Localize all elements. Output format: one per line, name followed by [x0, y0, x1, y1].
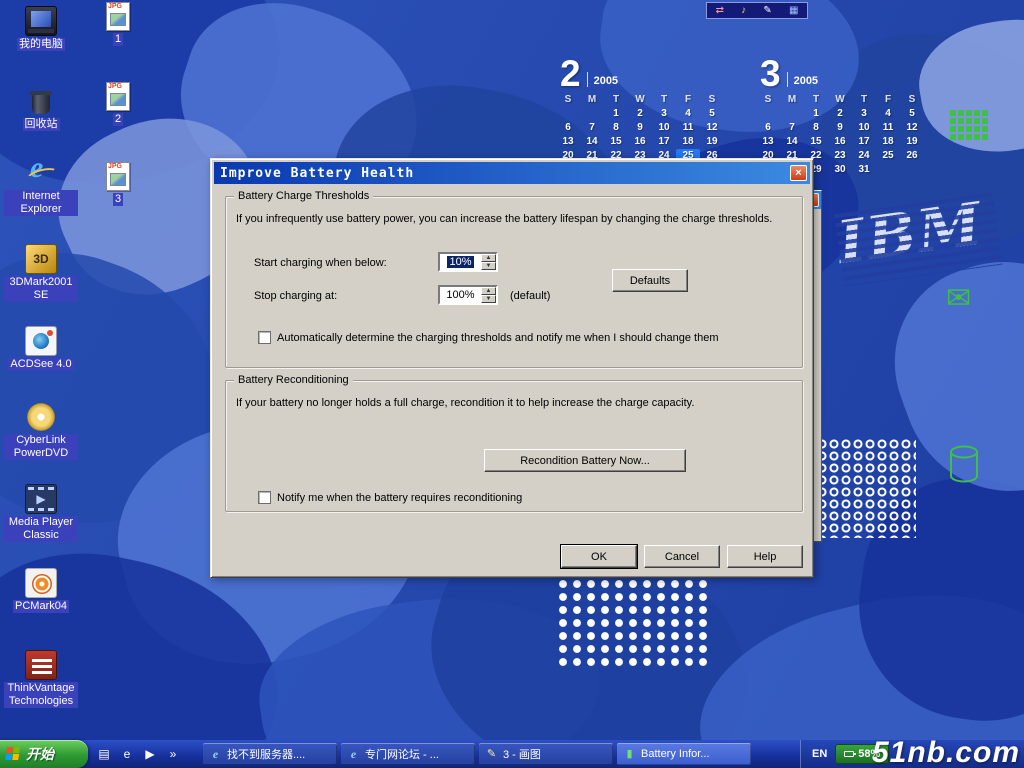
- task-buttons: e 找不到服务器.... e 专门网论坛 - ... ✎ 3 - 画图 ▮ Battery I…: [203, 743, 751, 765]
- jpg-file-icon: JPG: [106, 162, 130, 191]
- mini-toolbar[interactable]: ⇄ ♪ ✎ ▦: [706, 2, 808, 19]
- file-icon-label: 1: [113, 33, 123, 46]
- desktop-screen: ✉ IBM ⇄♪✎▦ 2 2005 SMTWTFS123456789101112…: [0, 0, 1024, 768]
- file-icon-2[interactable]: JPG 2: [94, 82, 142, 126]
- dialog-button-row: OK Cancel Help: [561, 545, 803, 568]
- 51nb-watermark: 51nb.com: [872, 736, 1020, 768]
- spinner-value[interactable]: 100%: [440, 287, 481, 303]
- paint-task-icon: ✎: [485, 749, 498, 760]
- file-icon-1[interactable]: JPG 1: [94, 2, 142, 46]
- task-button-4[interactable]: ▮ Battery Infor...: [617, 743, 751, 765]
- close-button[interactable]: ×: [790, 165, 807, 181]
- task-button-2[interactable]: e 专门网论坛 - ...: [341, 743, 475, 765]
- start-button[interactable]: 开始: [0, 740, 88, 768]
- pen-icon[interactable]: ✎: [763, 6, 771, 16]
- task-button-label: 3 - 画图: [503, 746, 541, 762]
- start-threshold-value: 10%: [447, 256, 473, 268]
- jpg-badge: JPG: [108, 83, 122, 90]
- ie-task-icon: e: [209, 747, 222, 762]
- battery-icon: [844, 751, 854, 757]
- task-button-label: 找不到服务器....: [227, 746, 305, 762]
- stop-charging-label: Stop charging at:: [254, 290, 337, 302]
- start-threshold-spinner[interactable]: 10% ▲ ▼: [438, 252, 498, 272]
- default-note: (default): [510, 290, 550, 302]
- keyboard-icon[interactable]: ▦: [789, 6, 798, 16]
- jpg-badge: JPG: [108, 163, 122, 170]
- dialog-body: Battery Charge Thresholds If you infrequ…: [214, 184, 810, 574]
- ok-button[interactable]: OK: [561, 545, 637, 568]
- group-title: Battery Reconditioning: [234, 374, 353, 387]
- checkbox-label: Automatically determine the charging thr…: [277, 332, 718, 344]
- stop-threshold-spinner[interactable]: 100% ▲ ▼: [438, 285, 498, 305]
- start-button-label: 开始: [26, 744, 54, 764]
- file-icon-label: 3: [113, 193, 123, 206]
- language-indicator[interactable]: EN: [812, 748, 827, 760]
- ie-quick-launch-icon[interactable]: e: [119, 746, 135, 762]
- checkbox-box[interactable]: [258, 491, 271, 504]
- battery-reconditioning-group: Battery Reconditioning If your battery n…: [225, 380, 803, 512]
- jpg-file-icon: JPG: [106, 2, 130, 31]
- more-toolbars-chevron-icon[interactable]: »: [165, 746, 181, 762]
- task-button-1[interactable]: e 找不到服务器....: [203, 743, 337, 765]
- improve-battery-health-dialog: Improve Battery Health × Battery Charge …: [210, 158, 814, 578]
- cancel-button[interactable]: Cancel: [644, 545, 720, 568]
- spin-up-button[interactable]: ▲: [481, 254, 496, 262]
- spin-down-icon: ▼: [486, 296, 492, 302]
- thresholds-description: If you infrequently use battery power, y…: [236, 213, 772, 225]
- spinner-buttons: ▲ ▼: [481, 287, 496, 303]
- spinner-buttons: ▲ ▼: [481, 254, 496, 270]
- spin-down-button[interactable]: ▼: [481, 295, 496, 303]
- task-button-3[interactable]: ✎ 3 - 画图: [479, 743, 613, 765]
- notify-reconditioning-checkbox[interactable]: Notify me when the battery requires reco…: [258, 491, 522, 504]
- taskbar: 开始 ▤ e ▶ » e 找不到服务器.... e 专门网论坛 - ... ✎ 3 - 画图 ▮ B…: [0, 740, 1024, 768]
- defaults-button[interactable]: Defaults: [612, 269, 688, 292]
- task-button-label: Battery Infor...: [641, 748, 709, 760]
- close-icon: ×: [795, 167, 801, 179]
- file-icon-label: 2: [113, 113, 123, 126]
- spin-up-icon: ▲: [486, 288, 492, 294]
- reconditioning-description: If your battery no longer holds a full c…: [236, 397, 694, 409]
- task-button-label: 专门网论坛 - ...: [365, 746, 439, 762]
- help-button[interactable]: Help: [727, 545, 803, 568]
- battery-task-icon: ▮: [623, 749, 636, 760]
- spinner-value[interactable]: 10%: [440, 254, 481, 270]
- windows-flag-icon: [5, 747, 22, 762]
- volume-icon[interactable]: ♪: [741, 6, 746, 16]
- spin-up-icon: ▲: [486, 255, 492, 261]
- recondition-battery-button[interactable]: Recondition Battery Now...: [484, 449, 686, 472]
- group-title: Battery Charge Thresholds: [234, 190, 373, 203]
- stop-threshold-value: 100%: [446, 289, 474, 301]
- checkbox-box[interactable]: [258, 331, 271, 344]
- dialog-title: Improve Battery Health: [220, 166, 790, 181]
- jpg-badge: JPG: [108, 3, 122, 10]
- start-charging-label: Start charging when below:: [254, 257, 387, 269]
- media-player-quick-icon[interactable]: ▶: [142, 746, 158, 762]
- auto-determine-checkbox[interactable]: Automatically determine the charging thr…: [258, 331, 718, 344]
- spin-up-button[interactable]: ▲: [481, 287, 496, 295]
- ie-task-icon: e: [347, 747, 360, 762]
- show-desktop-icon[interactable]: ▤: [96, 746, 112, 762]
- jpg-file-icon: JPG: [106, 82, 130, 111]
- dialog-titlebar[interactable]: Improve Battery Health ×: [214, 162, 810, 184]
- battery-charge-thresholds-group: Battery Charge Thresholds If you infrequ…: [225, 196, 803, 368]
- quick-launch: ▤ e ▶ »: [88, 746, 189, 762]
- spin-down-button[interactable]: ▼: [481, 262, 496, 270]
- arrows-icon[interactable]: ⇄: [716, 6, 724, 16]
- spin-down-icon: ▼: [486, 263, 492, 269]
- file-icon-3[interactable]: JPG 3: [94, 162, 142, 206]
- checkbox-label: Notify me when the battery requires reco…: [277, 492, 522, 504]
